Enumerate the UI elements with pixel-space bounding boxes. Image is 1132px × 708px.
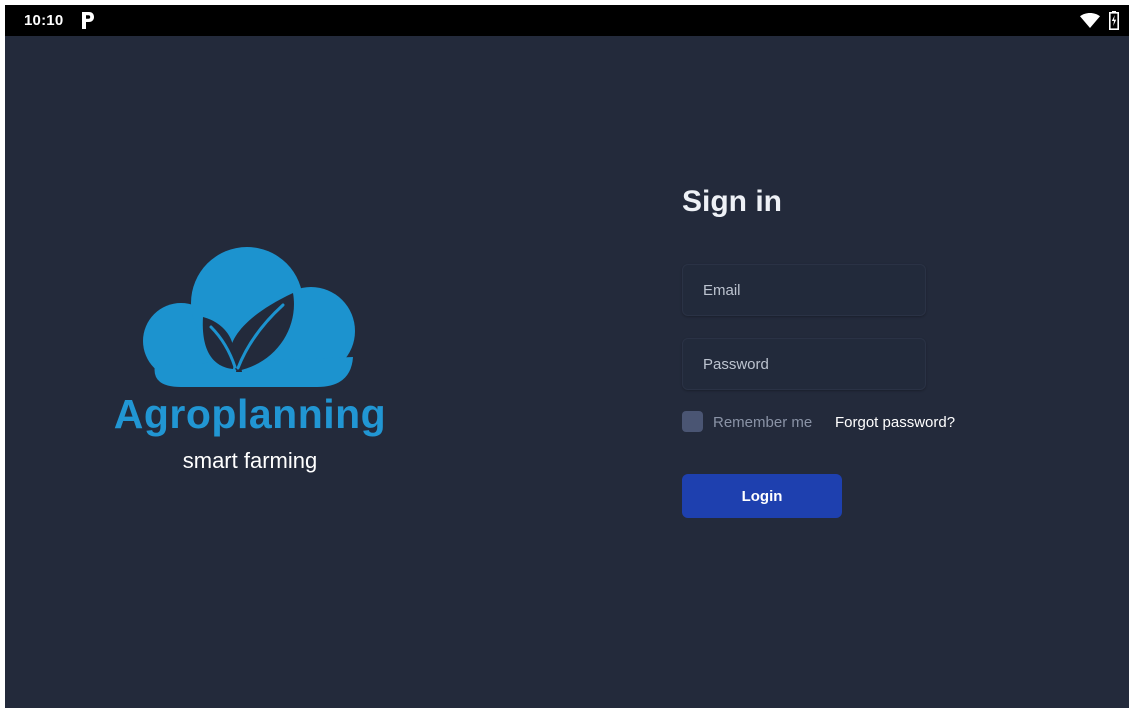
status-bar: 10:10 <box>5 5 1129 36</box>
brand-tagline: smart farming <box>182 448 318 473</box>
email-field-container <box>682 264 926 316</box>
app-window: 10:10 Agroplanning smart farming Sign in… <box>5 5 1129 708</box>
forgot-password-link[interactable]: Forgot password? <box>835 414 955 431</box>
password-field-container <box>682 338 926 390</box>
remember-me-checkbox[interactable] <box>682 411 703 432</box>
battery-charging-icon <box>1109 11 1119 30</box>
parking-app-icon <box>82 12 94 29</box>
wifi-icon <box>1080 13 1100 28</box>
status-time: 10:10 <box>24 12 64 29</box>
brand-name: Agroplanning <box>113 391 387 437</box>
login-button[interactable]: Login <box>682 474 842 518</box>
remember-me-label[interactable]: Remember me <box>713 414 812 431</box>
password-input[interactable] <box>683 339 925 389</box>
page-title: Sign in <box>682 185 782 218</box>
email-input[interactable] <box>683 265 925 315</box>
cloud-leaf-logo-icon <box>143 247 355 387</box>
brand-logo: Agroplanning smart farming <box>105 245 405 485</box>
